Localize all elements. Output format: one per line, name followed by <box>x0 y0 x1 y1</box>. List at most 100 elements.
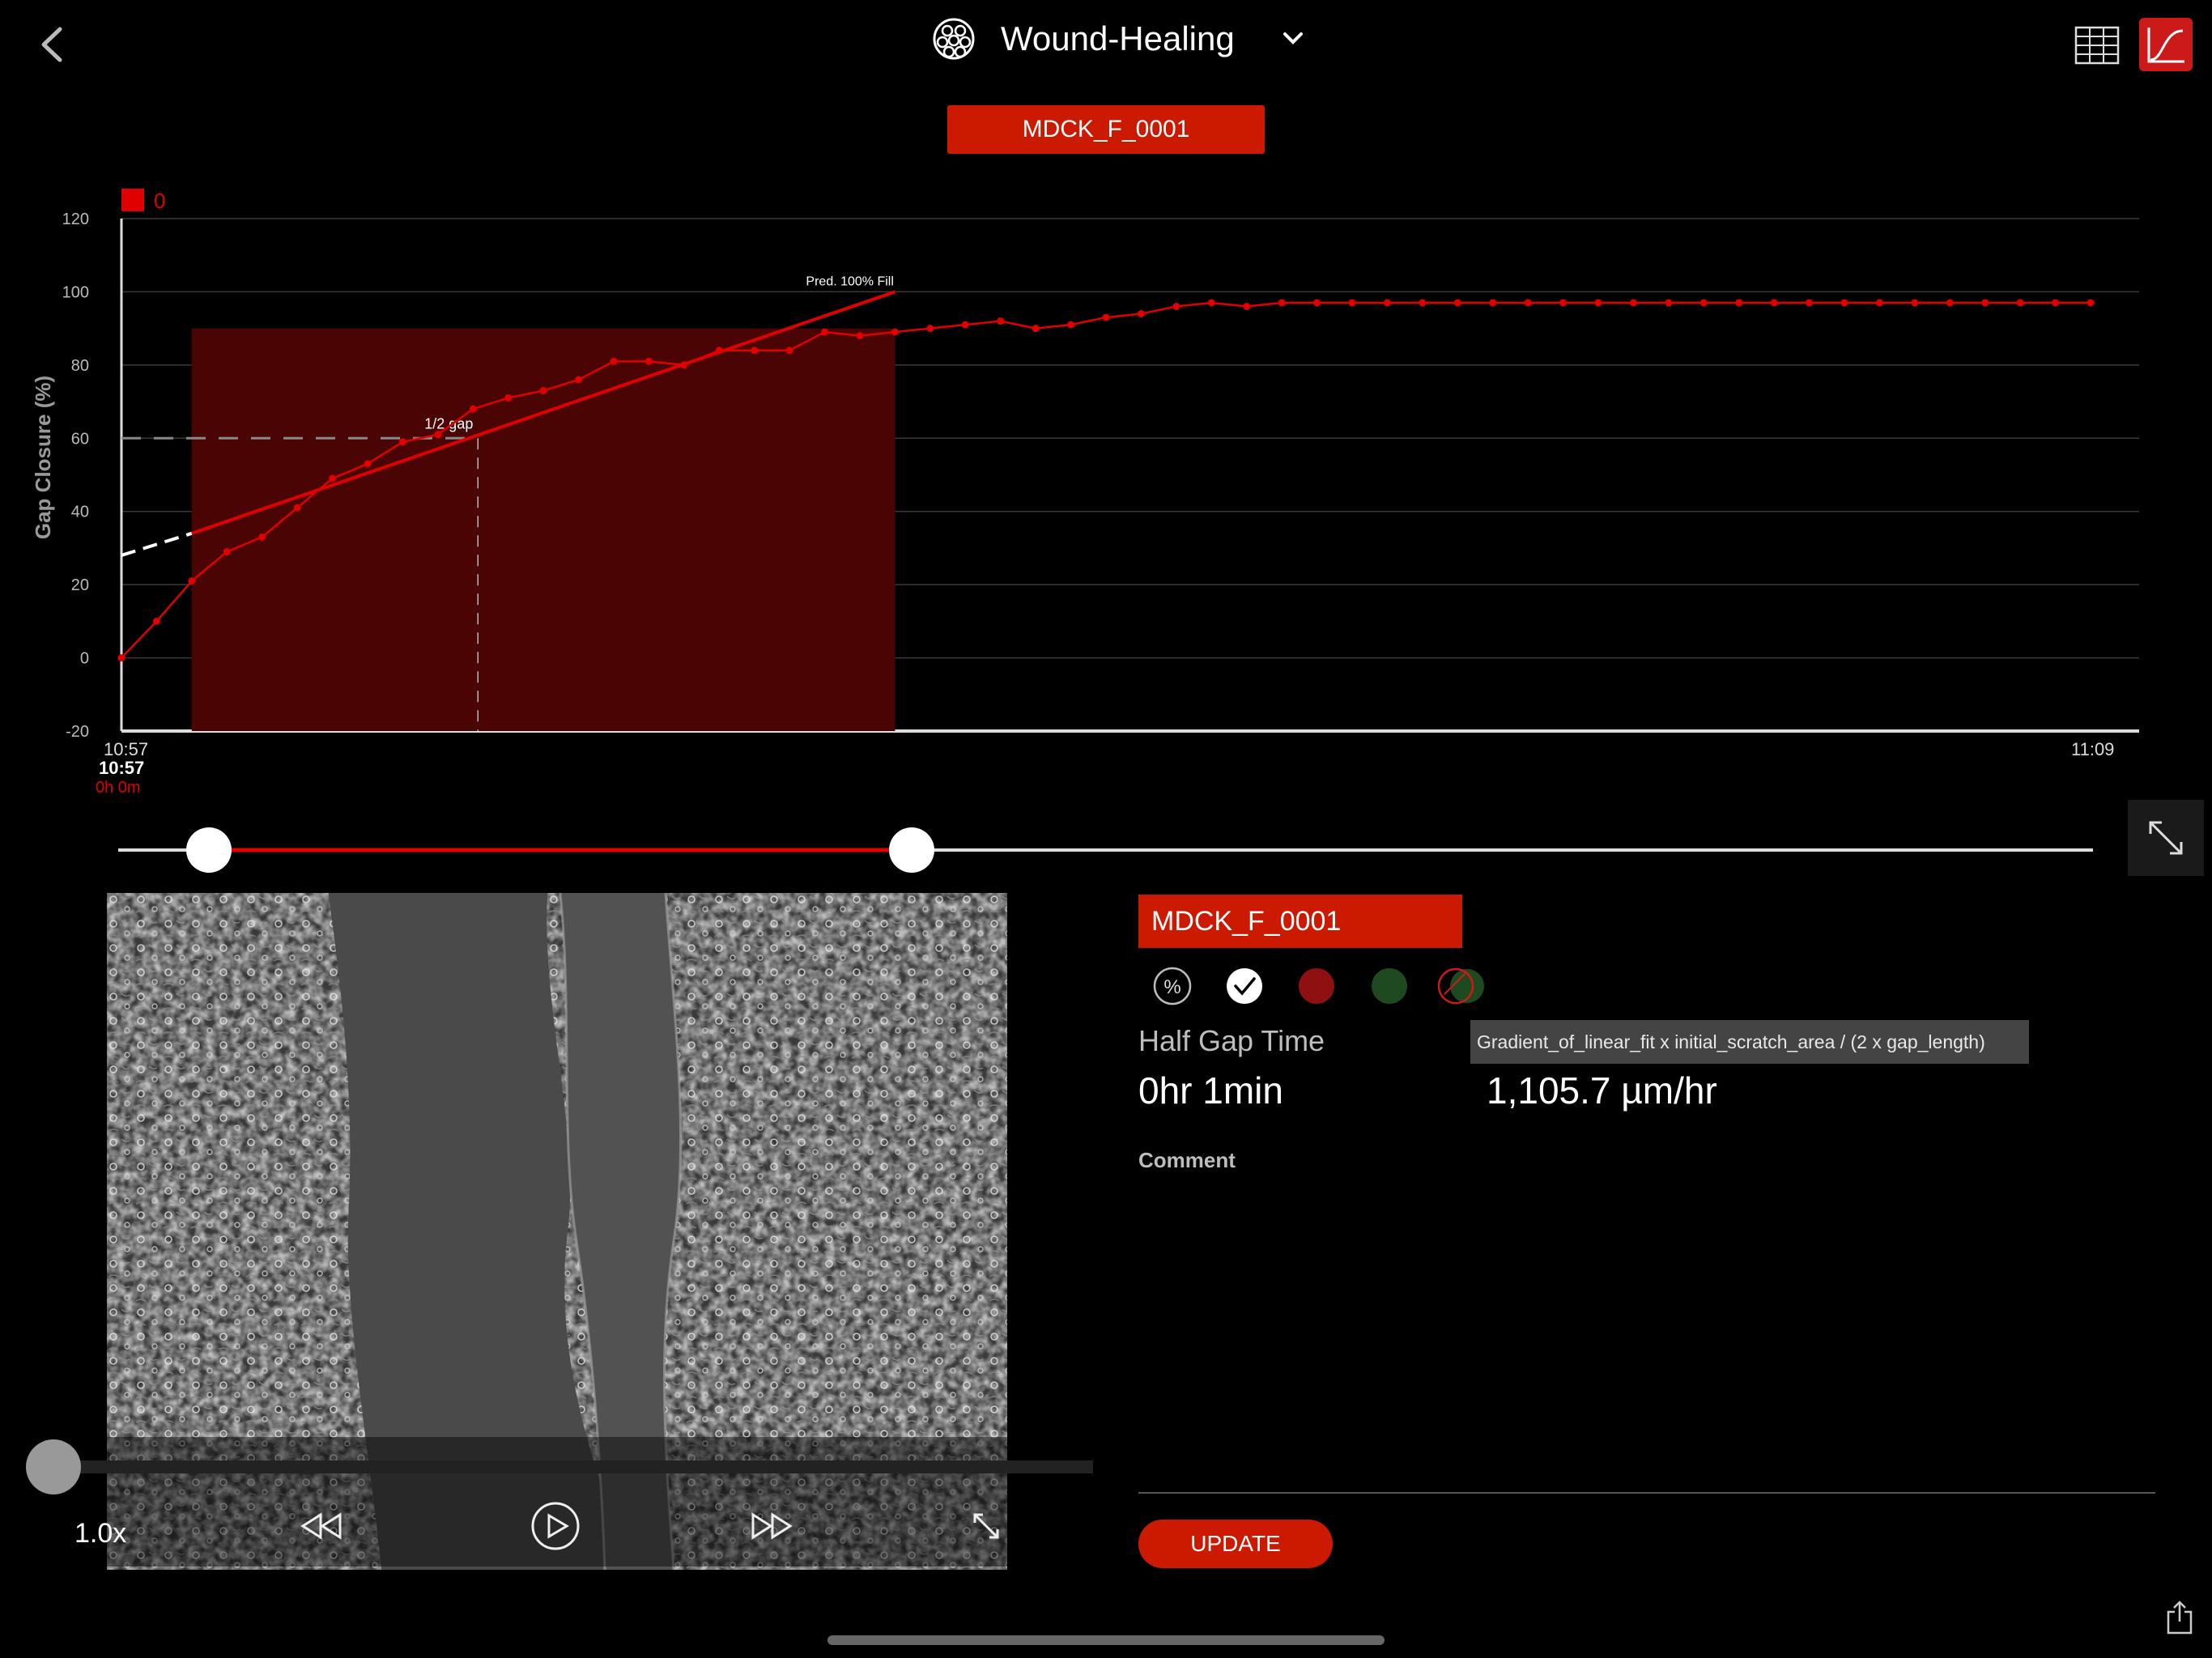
data-point <box>1524 299 1532 307</box>
y-tick-label: -20 <box>66 723 89 741</box>
data-point <box>469 405 477 413</box>
data-point <box>1419 299 1427 307</box>
y-tick-label: 100 <box>62 283 89 301</box>
data-point <box>1770 299 1778 307</box>
data-point <box>961 321 969 329</box>
red-channel-toggle[interactable] <box>1299 968 1334 1004</box>
expand-icon <box>2149 821 2183 855</box>
data-point <box>1699 299 1708 307</box>
percent-toggle[interactable]: % <box>1153 967 1192 1005</box>
cursor-elapsed-label: 0h 0m <box>96 779 141 797</box>
data-point <box>1629 299 1637 307</box>
chevron-down-icon <box>1283 32 1303 45</box>
check-toggle[interactable] <box>1227 968 1262 1004</box>
data-point <box>821 328 829 336</box>
cursor-time-label: 10:57 <box>99 758 144 778</box>
data-point <box>1067 321 1075 329</box>
data-point <box>926 325 934 333</box>
data-point <box>644 357 653 365</box>
chart-view-button[interactable] <box>2139 18 2193 71</box>
update-button[interactable]: UPDATE <box>1138 1520 1333 1568</box>
home-indicator <box>827 1635 1385 1645</box>
scrub-handle[interactable] <box>26 1439 81 1494</box>
data-point <box>1559 299 1568 307</box>
data-point <box>1278 299 1286 307</box>
expand-chart-button[interactable] <box>2128 800 2204 876</box>
video-controls <box>26 1437 1093 1567</box>
data-point <box>1735 299 1743 307</box>
data-point <box>1594 299 1602 307</box>
table-view-icon[interactable] <box>2073 23 2121 68</box>
comment-label: Comment <box>1138 1148 1236 1172</box>
half-gap-label: 1/2 gap <box>424 415 473 432</box>
data-point <box>1946 299 1954 307</box>
share-icon[interactable] <box>2163 1599 2196 1636</box>
well-plate-icon <box>933 18 975 60</box>
growth-curve-icon <box>2147 28 2184 63</box>
x-end-label: 11:09 <box>2071 739 2114 759</box>
data-point <box>434 431 442 439</box>
range-start-handle[interactable] <box>186 827 232 873</box>
data-point <box>856 332 864 340</box>
playback-speed[interactable]: 1.0x <box>74 1518 126 1550</box>
green-channel-toggle[interactable] <box>1372 968 1407 1004</box>
y-tick-label: 0 <box>80 650 89 668</box>
half-gap-time-label: Half Gap Time <box>1138 1024 1325 1057</box>
comment-divider <box>1138 1492 2155 1494</box>
data-point <box>1453 299 1461 307</box>
data-point <box>715 346 723 355</box>
data-point <box>1489 299 1497 307</box>
data-point <box>2087 299 2095 307</box>
data-point <box>117 654 125 662</box>
percent-symbol: % <box>1163 976 1180 998</box>
well-tag-top[interactable]: MDCK_F_0001 <box>947 105 1265 154</box>
data-point <box>751 346 759 355</box>
data-point <box>293 504 301 512</box>
data-point <box>1981 299 1989 307</box>
half-gap-time-value: 0hr 1min <box>1138 1069 1283 1112</box>
page-title: Wound-Healing <box>1001 19 1235 57</box>
data-point <box>1102 313 1110 321</box>
y-tick-label: 20 <box>71 576 89 594</box>
time-range-slider[interactable] <box>113 818 2097 882</box>
data-point <box>329 474 337 483</box>
y-axis-label: Gap Closure (%) <box>31 376 55 539</box>
data-point <box>891 328 899 336</box>
data-point <box>1172 303 1180 311</box>
y-tick-label: 120 <box>62 210 89 228</box>
legend-label: 0 <box>154 189 165 213</box>
data-point <box>610 357 618 365</box>
data-point <box>398 438 406 446</box>
range-end-handle[interactable] <box>889 827 934 873</box>
gap-closure-chart[interactable]: Gap Closure (%) 0 120 100 80 60 40 20 0 -20 1/2… <box>0 178 2212 826</box>
data-point <box>152 617 160 625</box>
formula-tooltip: Gradient_of_linear_fit x initial_scratch… <box>1470 1020 2029 1064</box>
data-point <box>2016 299 2024 307</box>
data-point <box>785 346 793 355</box>
fit-extension-line <box>121 531 193 557</box>
data-point <box>1207 299 1215 307</box>
data-point <box>1313 299 1321 307</box>
project-title-dropdown[interactable]: Wound-Healing <box>931 15 1309 63</box>
data-point <box>223 547 231 555</box>
y-tick-label: 60 <box>71 430 89 448</box>
pred-fill-label: Pred. 100% Fill <box>806 274 894 288</box>
data-point <box>1137 310 1145 318</box>
data-point <box>1875 299 1883 307</box>
data-point <box>1806 299 1814 307</box>
data-point <box>1032 325 1040 333</box>
data-point <box>1911 299 1919 307</box>
scrub-track[interactable] <box>49 1460 1093 1473</box>
merged-channel-toggle[interactable] <box>1437 967 1484 1005</box>
filter-options: % <box>1153 967 1484 1005</box>
migration-rate-value: 1,105.7 µm/hr <box>1487 1069 1717 1112</box>
back-chevron-icon[interactable] <box>24 16 81 73</box>
data-point <box>504 394 513 402</box>
data-point <box>188 577 196 585</box>
y-tick-label: 40 <box>71 504 89 521</box>
data-point <box>2052 299 2060 307</box>
data-point <box>1243 303 1251 311</box>
well-tag-info[interactable]: MDCK_F_0001 <box>1138 895 1462 948</box>
legend-swatch <box>121 189 144 211</box>
data-point <box>364 460 372 468</box>
